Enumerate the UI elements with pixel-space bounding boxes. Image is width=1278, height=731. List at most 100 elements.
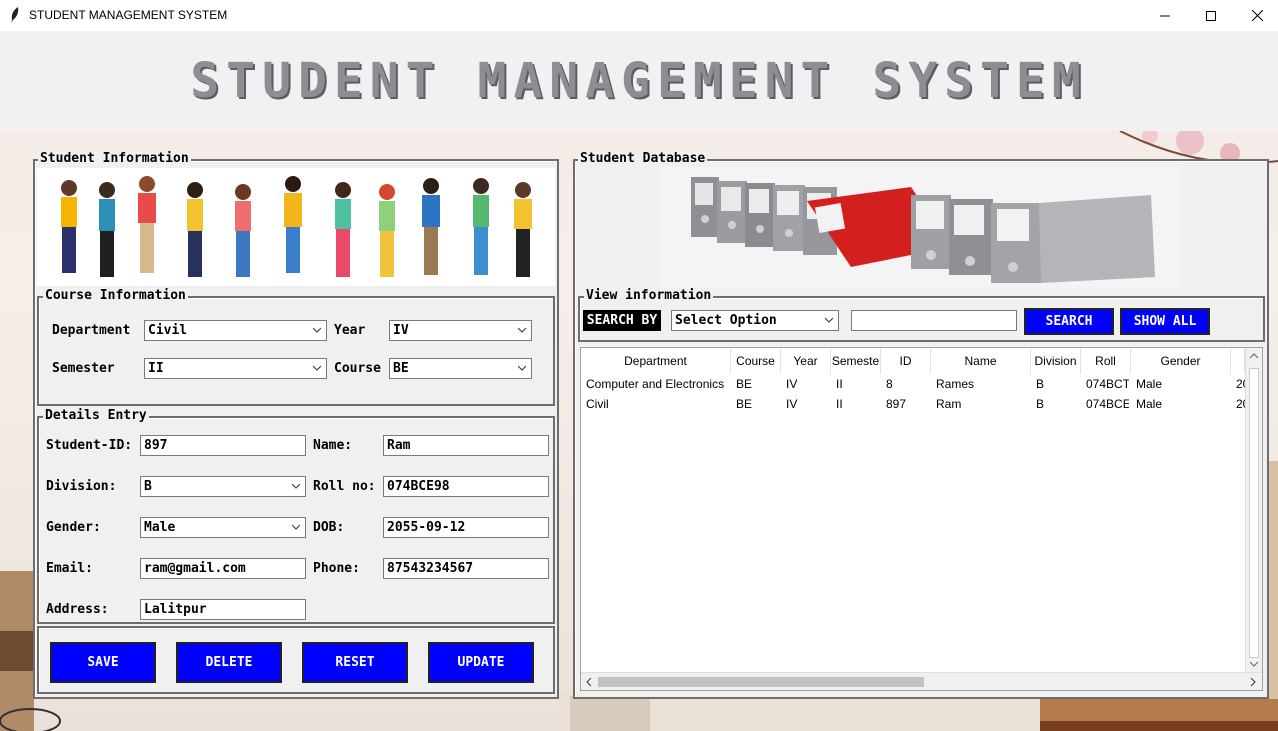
save-button[interactable]: SAVE bbox=[50, 642, 156, 683]
title-bar: STUDENT MANAGEMENT SYSTEM bbox=[0, 0, 1278, 31]
chevron-down-icon bbox=[292, 483, 300, 489]
column-header[interactable] bbox=[1231, 348, 1245, 374]
scroll-left-icon[interactable] bbox=[586, 678, 592, 686]
semester-combobox[interactable]: II bbox=[144, 358, 327, 379]
table-cell: IV bbox=[786, 397, 798, 411]
table-cell: 074BCT( bbox=[1086, 377, 1129, 391]
table-cell: 20 bbox=[1236, 397, 1245, 411]
delete-button[interactable]: DELETE bbox=[176, 642, 282, 683]
table-cell: B bbox=[1036, 377, 1045, 391]
scroll-up-icon[interactable] bbox=[1250, 353, 1258, 359]
table-cell: B bbox=[1036, 397, 1045, 411]
app-title: STUDENT MANAGEMENT SYSTEM bbox=[190, 53, 1088, 109]
gender-label: Gender: bbox=[46, 520, 101, 535]
gender-combobox[interactable]: Male bbox=[140, 517, 306, 538]
students-illustration bbox=[37, 168, 555, 286]
scroll-down-icon[interactable] bbox=[1250, 661, 1258, 667]
app-feather-icon bbox=[11, 7, 19, 23]
minimize-icon bbox=[1160, 15, 1170, 16]
maximize-icon bbox=[1206, 10, 1216, 21]
phone-input[interactable]: 87543234567 bbox=[383, 558, 549, 579]
year-combobox[interactable]: IV bbox=[389, 320, 532, 341]
student-database-legend: Student Database bbox=[578, 151, 708, 166]
close-button[interactable] bbox=[1234, 0, 1278, 31]
dob-label: DOB: bbox=[313, 520, 345, 535]
email-input[interactable]: ram@gmail.com bbox=[140, 558, 306, 579]
roll-input[interactable]: 074BCE98 bbox=[383, 476, 549, 497]
search-option-value: Select Option bbox=[675, 313, 777, 328]
gender-value: Male bbox=[144, 520, 176, 535]
department-label: Department bbox=[52, 323, 131, 338]
column-header[interactable]: Course bbox=[731, 348, 781, 374]
student-id-input[interactable]: 897 bbox=[140, 435, 306, 456]
student-id-label: Student-ID: bbox=[46, 438, 133, 453]
reset-button[interactable]: RESET bbox=[302, 642, 408, 683]
dob-input[interactable]: 2055-09-12 bbox=[383, 517, 549, 538]
table-cell: Civil bbox=[586, 397, 609, 411]
view-information-legend: View information bbox=[584, 288, 714, 303]
address-input[interactable]: Lalitpur bbox=[140, 599, 306, 620]
student-information-legend: Student Information bbox=[38, 151, 191, 166]
name-label: Name: bbox=[313, 438, 353, 453]
app-header: STUDENT MANAGEMENT SYSTEM bbox=[0, 31, 1278, 131]
close-icon bbox=[1251, 10, 1263, 21]
vertical-scrollbar[interactable] bbox=[1245, 348, 1262, 672]
course-information-legend: Course Information bbox=[43, 288, 188, 303]
column-header[interactable]: Semeste bbox=[831, 348, 881, 374]
search-option-combobox[interactable]: Select Option bbox=[671, 310, 839, 331]
table-cell: II bbox=[836, 377, 843, 391]
table-cell: IV bbox=[786, 377, 798, 391]
table-cell: Rames bbox=[936, 377, 975, 391]
column-header[interactable]: Department bbox=[581, 348, 731, 374]
binders-illustration bbox=[661, 167, 1181, 288]
division-value: B bbox=[144, 479, 152, 494]
minimize-button[interactable] bbox=[1142, 0, 1188, 31]
course-combobox[interactable]: BE bbox=[389, 358, 532, 379]
department-value: Civil bbox=[148, 323, 188, 338]
table-cell: 8 bbox=[886, 377, 893, 391]
semester-value: II bbox=[148, 361, 164, 376]
course-label: Course bbox=[334, 361, 381, 376]
column-header[interactable]: Gender bbox=[1131, 348, 1231, 374]
chevron-down-icon bbox=[825, 317, 833, 323]
horizontal-scroll-thumb[interactable] bbox=[598, 677, 924, 687]
division-label: Division: bbox=[46, 479, 117, 494]
update-button[interactable]: UPDATE bbox=[428, 642, 534, 683]
table-cell: 897 bbox=[886, 397, 907, 411]
table-cell: Ram bbox=[936, 397, 962, 411]
phone-label: Phone: bbox=[313, 561, 360, 576]
window-title: STUDENT MANAGEMENT SYSTEM bbox=[29, 8, 228, 22]
search-by-label: SEARCH BY bbox=[583, 310, 661, 331]
address-label: Address: bbox=[46, 602, 109, 617]
course-value: BE bbox=[393, 361, 409, 376]
maximize-button[interactable] bbox=[1188, 0, 1234, 31]
scroll-right-icon[interactable] bbox=[1250, 678, 1256, 686]
table-cell: Male bbox=[1136, 397, 1163, 411]
table-cell: Male bbox=[1136, 377, 1163, 391]
column-header[interactable]: Name bbox=[931, 348, 1031, 374]
column-header[interactable]: Roll bbox=[1081, 348, 1131, 374]
column-header[interactable]: Year bbox=[781, 348, 831, 374]
department-combobox[interactable]: Civil bbox=[144, 320, 327, 341]
vertical-scroll-track[interactable] bbox=[1249, 368, 1259, 658]
column-header[interactable]: ID bbox=[881, 348, 931, 374]
student-table[interactable]: Department Course Year Semeste ID Name D… bbox=[580, 347, 1263, 691]
horizontal-scrollbar[interactable] bbox=[581, 672, 1262, 690]
year-value: IV bbox=[393, 323, 409, 338]
division-combobox[interactable]: B bbox=[140, 476, 306, 497]
name-input[interactable]: Ram bbox=[383, 435, 549, 456]
chevron-down-icon bbox=[518, 365, 526, 371]
table-cell: 074BCE9 bbox=[1086, 397, 1129, 411]
search-button[interactable]: SEARCH bbox=[1024, 308, 1114, 335]
chevron-down-icon bbox=[313, 365, 321, 371]
search-input[interactable] bbox=[851, 310, 1017, 331]
table-cell: BE bbox=[736, 377, 753, 391]
table-cell: II bbox=[836, 397, 843, 411]
table-cell: BE bbox=[736, 397, 753, 411]
column-header[interactable]: Division bbox=[1031, 348, 1081, 374]
show-all-button[interactable]: SHOW ALL bbox=[1120, 308, 1210, 335]
roll-label: Roll no: bbox=[313, 479, 376, 494]
chevron-down-icon bbox=[292, 524, 300, 530]
year-label: Year bbox=[334, 323, 366, 338]
semester-label: Semester bbox=[52, 361, 115, 376]
